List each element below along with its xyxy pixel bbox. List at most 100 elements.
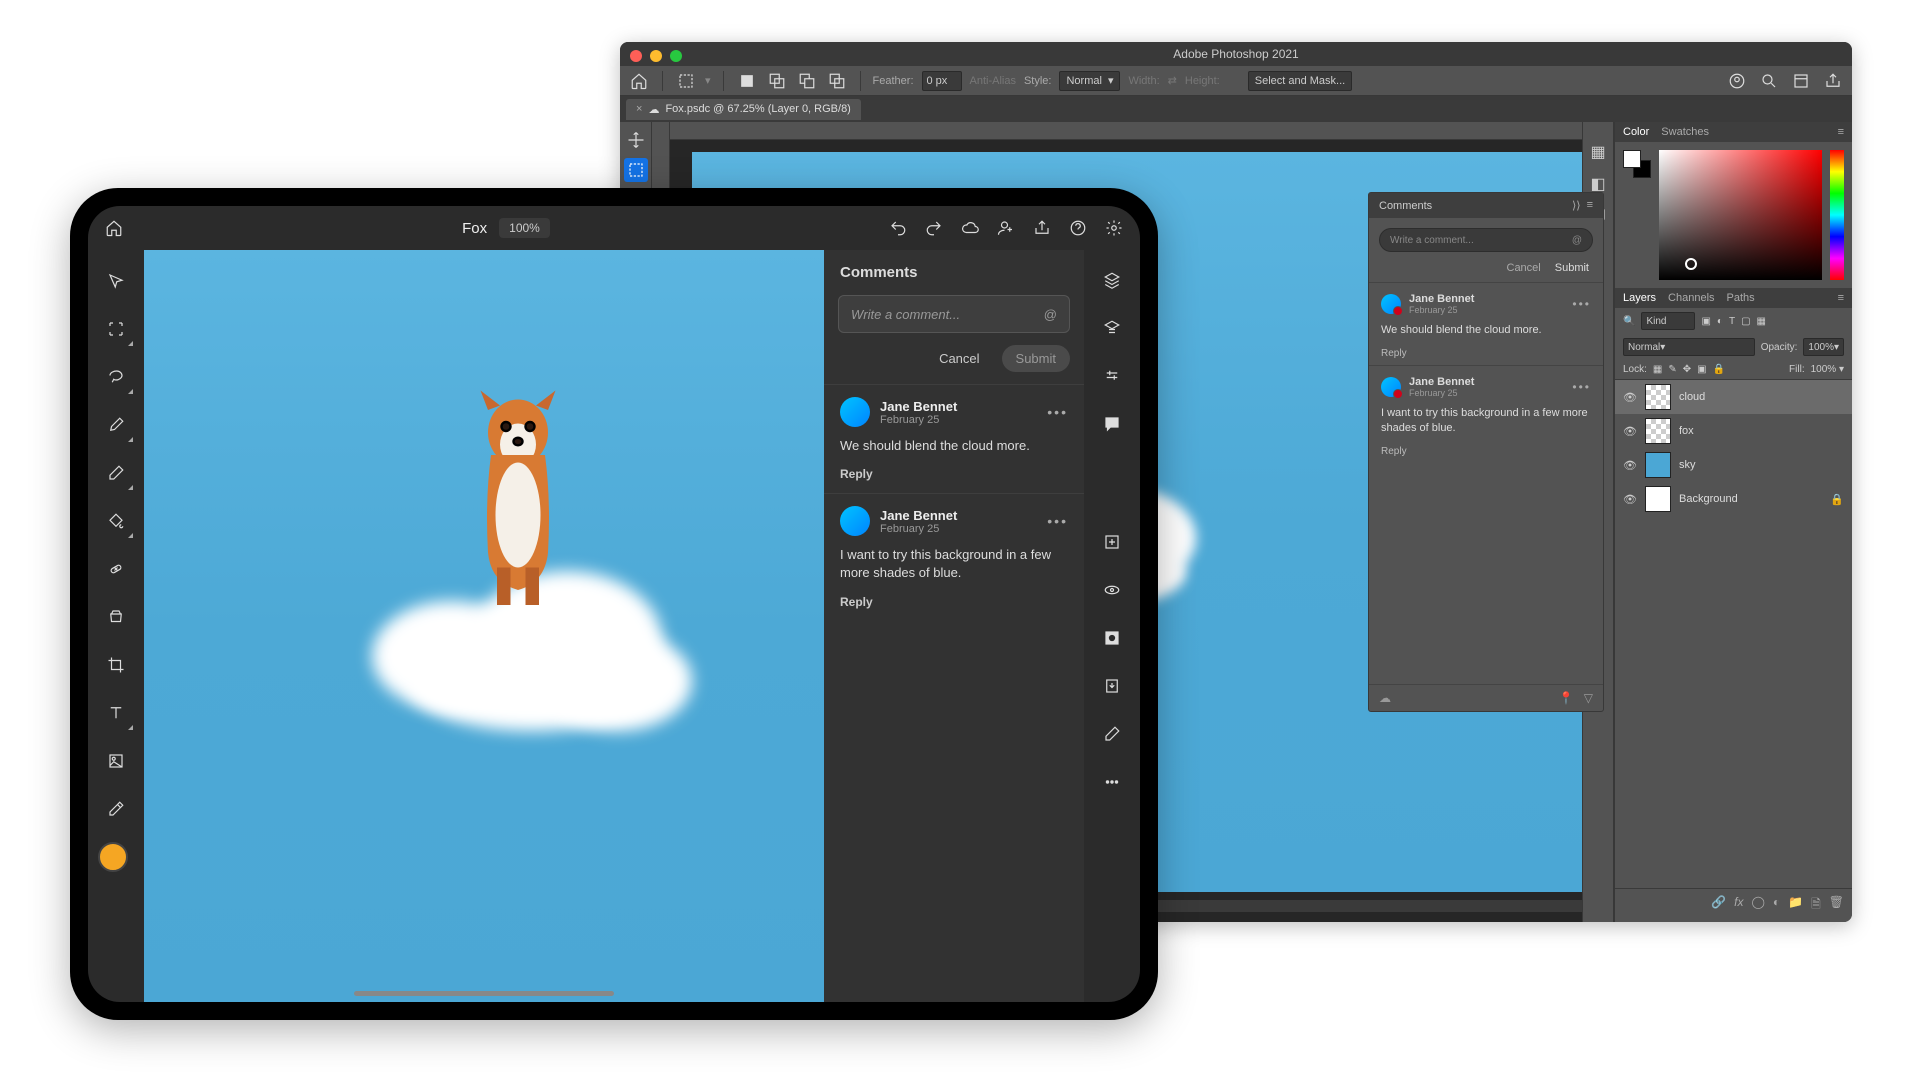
close-window-button[interactable] [630,50,642,62]
layer-row[interactable]: 👁 fox [1615,414,1852,448]
cloud-sync-icon[interactable] [956,214,984,242]
filter-smart-icon[interactable]: ▦ [1757,316,1766,327]
share-icon[interactable] [1028,214,1056,242]
layer-kind-select[interactable] [1641,312,1695,330]
list-view-icon[interactable]: ≡ [1587,199,1593,212]
blend-mode-select[interactable]: Normal ▾ [1623,338,1755,356]
move-tool-icon[interactable] [101,266,131,296]
comment-menu-icon[interactable]: ••• [1047,513,1068,529]
add-layer-icon[interactable] [1098,528,1126,556]
visibility-toggle-icon[interactable]: 👁 [1623,390,1637,404]
layer-fx-icon[interactable]: fx [1734,895,1743,916]
layers-icon[interactable] [1098,266,1126,294]
move-tool-icon[interactable] [624,128,648,152]
layer-row[interactable]: 👁 cloud [1615,380,1852,414]
cloud-account-icon[interactable] [1726,70,1748,92]
home-icon[interactable] [628,70,650,92]
selection-subtract-icon[interactable] [796,70,818,92]
clone-tool-icon[interactable] [101,602,131,632]
cancel-button[interactable]: Cancel [1507,262,1541,274]
invite-icon[interactable] [992,214,1020,242]
adjust-icon[interactable] [1098,362,1126,390]
new-group-icon[interactable]: 📁 [1788,895,1803,916]
tab-swatches[interactable]: Swatches [1661,126,1709,138]
marquee-tool-icon[interactable] [675,70,697,92]
lock-position-icon[interactable]: ✥ [1683,364,1691,375]
layer-properties-icon[interactable] [1098,314,1126,342]
tab-channels[interactable]: Channels [1668,292,1714,304]
comment-item[interactable]: Jane Bennet February 25 ••• We should bl… [824,384,1084,493]
cancel-button[interactable]: Cancel [925,345,993,372]
feather-input[interactable] [922,71,962,91]
tab-color[interactable]: Color [1623,126,1649,138]
lock-paint-icon[interactable]: ✎ [1668,364,1676,375]
place-image-icon[interactable] [101,746,131,776]
undo-icon[interactable] [884,214,912,242]
foreground-color-swatch[interactable] [98,842,128,872]
filter-icon[interactable]: ▽ [1584,691,1593,705]
adjustment-layer-icon[interactable]: ◐ [1773,895,1780,916]
pin-toggle-icon[interactable]: 📍 [1559,691,1574,705]
layer-row[interactable]: 👁 sky [1615,448,1852,482]
redo-icon[interactable] [920,214,948,242]
ipad-canvas[interactable] [144,250,824,1002]
comment-item[interactable]: Jane Bennet February 25 ••• We should bl… [1369,282,1603,365]
marquee-tool-icon[interactable] [624,158,648,182]
search-icon[interactable] [1758,70,1780,92]
submit-button[interactable]: Submit [1555,262,1589,274]
opacity-input[interactable]: 100% ▾ [1803,338,1844,356]
mention-icon[interactable]: @ [1044,307,1057,322]
delete-layer-icon[interactable]: 🗑 [1829,895,1844,916]
submit-button[interactable]: Submit [1002,345,1070,372]
visibility-toggle-icon[interactable]: 👁 [1623,424,1637,438]
filter-shape-icon[interactable]: ▢ [1741,316,1750,327]
comment-menu-icon[interactable]: ••• [1047,404,1068,420]
mask-icon[interactable] [1098,624,1126,652]
reply-button[interactable]: Reply [840,467,1068,481]
comments-icon[interactable] [1098,410,1126,438]
panel-icon[interactable]: ◧ [1588,174,1608,194]
lock-transparent-icon[interactable]: ▦ [1653,364,1662,375]
filter-pixel-icon[interactable]: ▣ [1701,316,1710,327]
heal-tool-icon[interactable] [101,554,131,584]
comment-input[interactable]: Write a comment... @ [1379,228,1593,252]
color-picker[interactable] [1659,150,1822,280]
filter-type-icon[interactable]: T [1729,316,1735,327]
style-select[interactable]: Normal▾ [1059,71,1120,91]
help-icon[interactable] [1064,214,1092,242]
horizontal-ruler[interactable] [652,122,1614,140]
lock-artboard-icon[interactable]: ▣ [1697,364,1706,375]
comment-menu-icon[interactable]: ••• [1572,380,1591,394]
comment-item[interactable]: Jane Bennet February 25 ••• I want to tr… [1369,365,1603,463]
comment-input[interactable]: Write a comment... @ [838,295,1070,333]
maximize-window-button[interactable] [670,50,682,62]
swap-icon[interactable]: ⇄ [1168,74,1177,87]
link-layers-icon[interactable]: 🔗 [1711,895,1726,916]
reply-button[interactable]: Reply [1381,348,1591,359]
hue-slider[interactable] [1830,150,1844,280]
selection-intersect-icon[interactable] [826,70,848,92]
reply-button[interactable]: Reply [1381,446,1591,457]
type-tool-icon[interactable] [101,698,131,728]
zoom-level[interactable]: 100% [499,218,550,238]
tab-layers[interactable]: Layers [1623,292,1656,304]
workspace-icon[interactable] [1790,70,1812,92]
more-icon[interactable] [1098,768,1126,796]
home-icon[interactable] [100,214,128,242]
transform-tool-icon[interactable] [101,314,131,344]
panel-icon[interactable]: ▦ [1588,142,1608,162]
comment-menu-icon[interactable]: ••• [1572,297,1591,311]
reply-button[interactable]: Reply [840,595,1068,609]
gear-icon[interactable] [1100,214,1128,242]
close-tab-icon[interactable]: × [636,103,642,115]
collapse-icon[interactable]: ⟩⟩ [1572,199,1581,212]
minimize-window-button[interactable] [650,50,662,62]
visibility-toggle-icon[interactable]: 👁 [1623,458,1637,472]
eraser-tool-icon[interactable] [101,458,131,488]
show-touch-icon[interactable] [1098,576,1126,604]
eyedropper-tool-icon[interactable] [101,794,131,824]
lock-all-icon[interactable]: 🔒 [1713,364,1725,375]
ipad-home-indicator[interactable] [354,991,614,996]
fill-tool-icon[interactable] [101,506,131,536]
fill-input[interactable]: 100% ▾ [1811,364,1844,375]
